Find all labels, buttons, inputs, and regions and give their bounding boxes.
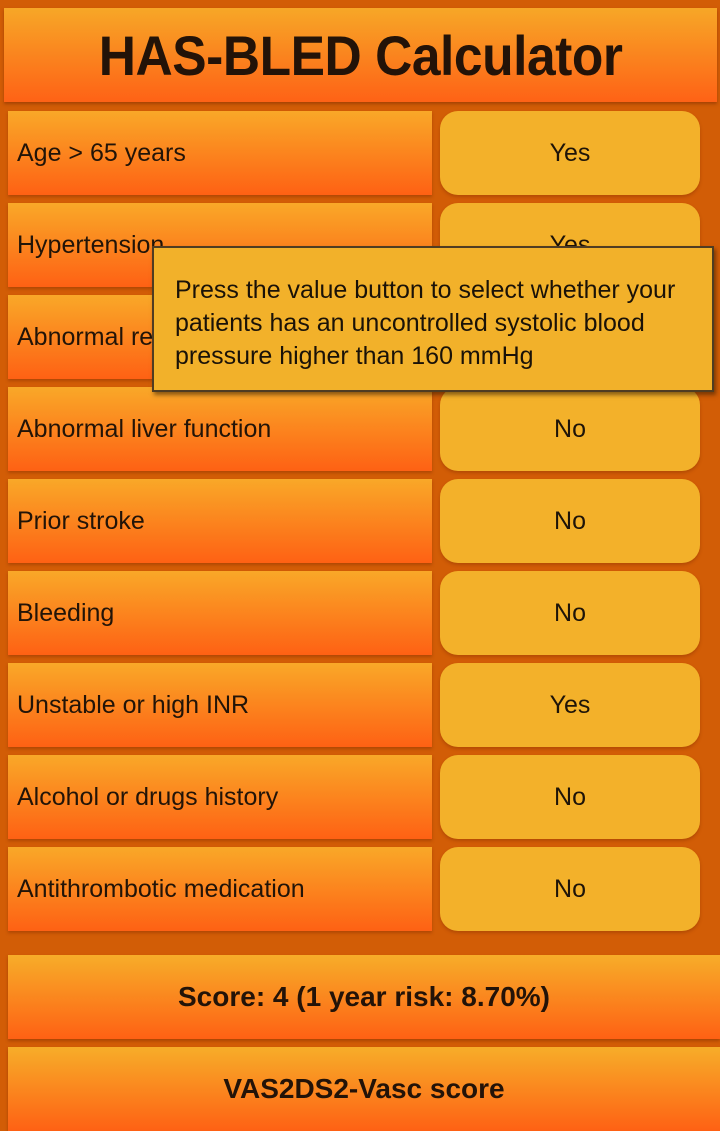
criterion-row-bleeding: Bleeding No: [0, 571, 720, 655]
criterion-row-age: Age > 65 years Yes: [0, 111, 720, 195]
value-button-text: Yes: [549, 138, 591, 167]
criterion-label: Alcohol or drugs history: [17, 782, 279, 811]
criterion-label: Unstable or high INR: [17, 690, 250, 719]
vasc-score-button[interactable]: VAS2DS2-Vasc score: [8, 1047, 720, 1131]
value-button-bleeding[interactable]: No: [440, 571, 700, 655]
criterion-label-cell: Abnormal liver function: [8, 387, 432, 471]
criterion-label: Bleeding: [17, 598, 115, 627]
vasc-score-label: VAS2DS2-Vasc score: [223, 1073, 505, 1104]
page-title: HAS-BLED Calculator: [98, 23, 623, 87]
criterion-row-alcohol: Alcohol or drugs history No: [0, 755, 720, 839]
tooltip-text: Press the value button to select whether…: [175, 276, 676, 370]
title-bar: HAS-BLED Calculator: [4, 8, 717, 102]
criterion-row-liver: Abnormal liver function No: [0, 387, 720, 471]
criterion-label-cell: Prior stroke: [8, 479, 432, 563]
criterion-label: Age > 65 years: [17, 138, 186, 167]
value-button-liver[interactable]: No: [440, 387, 700, 471]
criterion-label: Hypertension: [17, 230, 165, 259]
value-button-text: No: [554, 874, 586, 903]
value-button-antithrombotic[interactable]: No: [440, 847, 700, 931]
criterion-label-cell: Alcohol or drugs history: [8, 755, 432, 839]
value-button-text: No: [554, 598, 586, 627]
criterion-label: Prior stroke: [17, 506, 145, 535]
criterion-label: Abnormal liver function: [17, 414, 272, 443]
value-button-alcohol[interactable]: No: [440, 755, 700, 839]
score-text: Score: 4 (1 year risk: 8.70%): [178, 981, 550, 1012]
value-button-stroke[interactable]: No: [440, 479, 700, 563]
value-button-age[interactable]: Yes: [440, 111, 700, 195]
value-button-text: No: [554, 506, 586, 535]
criterion-row-antithrombotic: Antithrombotic medication No: [0, 847, 720, 931]
criterion-label: Antithrombotic medication: [17, 874, 305, 903]
criterion-label-cell: Unstable or high INR: [8, 663, 432, 747]
value-button-inr[interactable]: Yes: [440, 663, 700, 747]
criterion-label-cell: Antithrombotic medication: [8, 847, 432, 931]
value-button-text: No: [554, 414, 586, 443]
score-result: Score: 4 (1 year risk: 8.70%): [8, 955, 720, 1039]
help-tooltip: Press the value button to select whether…: [152, 246, 714, 392]
criterion-row-stroke: Prior stroke No: [0, 479, 720, 563]
criterion-row-inr: Unstable or high INR Yes: [0, 663, 720, 747]
criterion-label-cell: Age > 65 years: [8, 111, 432, 195]
criterion-label-cell: Bleeding: [8, 571, 432, 655]
value-button-text: No: [554, 782, 586, 811]
value-button-text: Yes: [549, 690, 591, 719]
